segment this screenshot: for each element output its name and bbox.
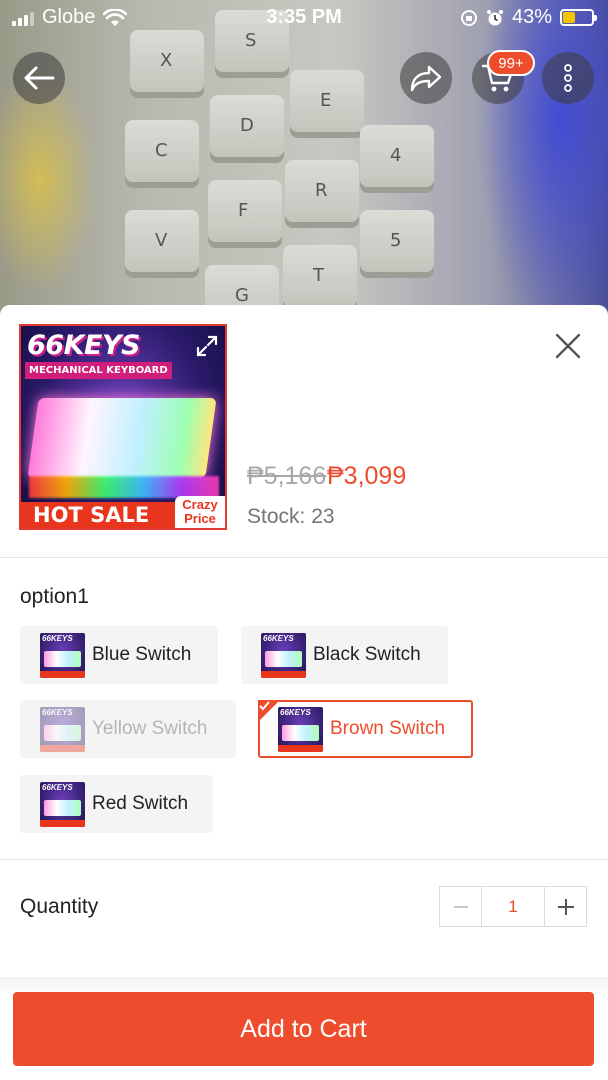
cart-count-badge: 99+ <box>487 50 535 76</box>
crazy-price-line-2: Price <box>184 511 216 526</box>
more-vertical-icon <box>564 64 572 92</box>
variant-label: Brown Switch <box>330 718 446 739</box>
variant-thumbnail: 66KEYS <box>261 632 306 678</box>
quantity-label: Quantity <box>20 895 99 918</box>
keyboard-key: D <box>210 95 284 157</box>
back-arrow-icon <box>24 66 55 90</box>
plus-icon <box>557 898 574 915</box>
crazy-price-line-1: Crazy <box>182 497 218 512</box>
thumbnail-brand-text: 66KEYS <box>27 330 140 361</box>
keyboard-key: E <box>290 70 364 132</box>
keyboard-key: F <box>208 180 282 242</box>
battery-icon <box>560 9 597 26</box>
thumbnail-subtitle: MECHANICAL KEYBOARD <box>25 362 172 379</box>
variant-thumbnail: 66KEYS <box>278 706 323 752</box>
quantity-input[interactable]: 1 <box>481 887 545 926</box>
original-price: ₱5,166 <box>247 462 327 490</box>
keyboard-key: R <box>285 160 359 222</box>
divider <box>0 859 608 860</box>
increase-quantity-button[interactable] <box>545 887 586 926</box>
variant-blue-switch[interactable]: 66KEYS Blue Switch <box>20 626 218 684</box>
add-to-cart-button[interactable]: Add to Cart <box>13 992 594 1066</box>
close-icon[interactable] <box>552 330 584 362</box>
variant-label: Yellow Switch <box>92 718 208 739</box>
share-button[interactable] <box>400 52 452 104</box>
variant-selection-sheet: 66KEYS MECHANICAL KEYBOARD HOT SALE Craz… <box>0 305 608 1080</box>
sale-price: ₱3,099 <box>327 462 407 490</box>
variant-red-switch[interactable]: 66KEYS Red Switch <box>20 775 213 833</box>
variant-thumbnail: 66KEYS <box>40 781 85 827</box>
variant-black-switch[interactable]: 66KEYS Black Switch <box>241 626 448 684</box>
keyboard-key: 4 <box>360 125 434 187</box>
keyboard-key: T <box>283 245 357 307</box>
variant-brown-switch[interactable]: 66KEYS Brown Switch <box>258 700 473 758</box>
battery-percent: 43% <box>511 6 552 28</box>
thumbnail-crazy-price-tag: Crazy Price <box>175 496 225 528</box>
minus-icon <box>453 905 468 908</box>
thumbnail-rgb-glow <box>29 476 219 498</box>
divider <box>0 557 608 558</box>
more-options-button[interactable] <box>542 52 594 104</box>
status-bar: Globe 3:35 PM 43% <box>0 0 608 34</box>
keyboard-key: C <box>125 120 199 182</box>
share-icon <box>410 65 442 92</box>
variant-yellow-switch[interactable]: 66KEYS Yellow Switch <box>20 700 236 758</box>
keyboard-key: X <box>130 30 204 92</box>
selected-check-badge <box>258 700 280 722</box>
variant-label: Black Switch <box>313 644 421 665</box>
expand-icon[interactable] <box>195 334 219 358</box>
product-thumbnail[interactable]: 66KEYS MECHANICAL KEYBOARD HOT SALE Craz… <box>19 324 227 530</box>
keyboard-key: V <box>125 210 199 272</box>
variant-thumbnail: 66KEYS <box>40 706 85 752</box>
keyboard-key: 5 <box>360 210 434 272</box>
battery-level <box>563 12 576 23</box>
back-button[interactable] <box>13 52 65 104</box>
quantity-stepper: 1 <box>439 886 587 927</box>
variant-label: Red Switch <box>92 793 189 814</box>
decrease-quantity-button[interactable] <box>440 887 481 926</box>
stock-count: Stock: 23 <box>247 505 335 528</box>
rotation-lock-icon <box>460 9 477 26</box>
thumbnail-keyboard-image <box>27 398 217 478</box>
alarm-icon <box>486 9 503 25</box>
check-icon <box>259 701 270 711</box>
thumbnail-hot-sale-banner: HOT SALE <box>21 502 181 528</box>
option-group-title: option1 <box>20 585 89 608</box>
variant-label: Blue Switch <box>92 644 192 665</box>
variant-thumbnail: 66KEYS <box>40 632 85 678</box>
